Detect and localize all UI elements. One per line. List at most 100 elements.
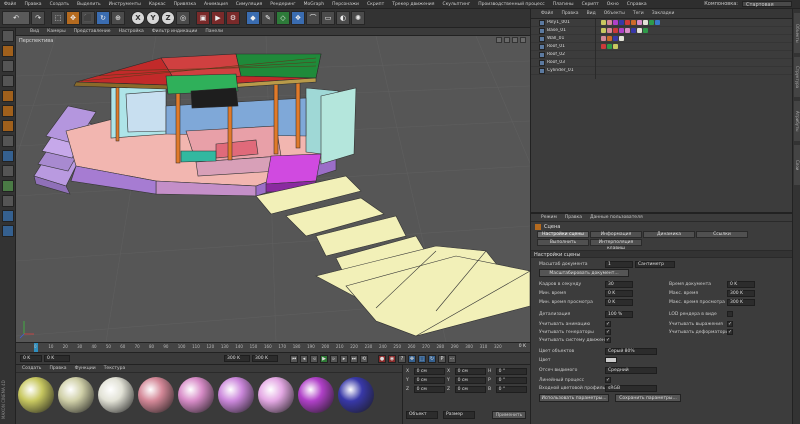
material-tag-icon[interactable] <box>601 44 606 49</box>
axis-z-icon[interactable]: Z <box>161 11 175 25</box>
attribute-tab[interactable]: Выполнить <box>537 239 589 246</box>
material-tag-icon[interactable] <box>655 20 660 25</box>
material-tag-icon[interactable] <box>631 20 636 25</box>
attribute-tab[interactable]: Ссылки <box>696 231 748 238</box>
coord-field[interactable]: 0 см <box>454 368 486 375</box>
material-tag-icon[interactable] <box>607 36 612 41</box>
viewport-menu-item[interactable]: Панели <box>201 29 227 34</box>
material-tag-icon[interactable] <box>607 44 612 49</box>
material-tag-icon[interactable] <box>619 28 624 33</box>
rotate-icon[interactable]: ↻ <box>96 11 110 25</box>
live-selection-icon[interactable]: ⬚ <box>51 11 65 25</box>
material-menu-item[interactable]: Функции <box>71 366 100 371</box>
object-menu-item[interactable]: Правка <box>557 11 582 16</box>
viewport-menu-item[interactable]: Представление <box>70 29 115 34</box>
next-frame-icon[interactable]: ▹ <box>330 354 338 363</box>
max-preview-field[interactable]: 300 K <box>727 298 755 306</box>
material-tag-icon[interactable] <box>637 28 642 33</box>
clip-dropdown[interactable]: Средний <box>605 366 657 374</box>
coord-field[interactable]: 0 см <box>413 377 445 384</box>
use-motion-checkbox[interactable]: ✓ <box>605 337 611 343</box>
prev-frame-icon[interactable]: ◃ <box>310 354 318 363</box>
deformer-icon[interactable]: ⌒ <box>306 11 320 25</box>
lod-field[interactable]: 100 % <box>605 310 633 318</box>
menu-item[interactable]: Файл <box>0 2 20 7</box>
use-expressions-checkbox[interactable]: ✓ <box>727 321 733 327</box>
coord-size-dropdown[interactable]: Размер <box>443 411 475 419</box>
next-key-icon[interactable]: ▸ <box>340 354 348 363</box>
object-name[interactable]: Wall_01 <box>547 36 595 41</box>
menu-item[interactable]: Справка <box>623 2 651 7</box>
start-frame-field[interactable]: 0 K <box>20 355 42 362</box>
coord-field[interactable]: 0 ° <box>495 386 527 393</box>
solo-icon[interactable] <box>2 180 14 192</box>
attribute-tab[interactable]: Интерполяция клавиш <box>590 239 642 251</box>
texture-mode-icon[interactable] <box>2 60 14 72</box>
model-mode-icon[interactable] <box>2 45 14 57</box>
transform-icon[interactable]: ⊕ <box>111 11 125 25</box>
axis-x-icon[interactable]: X <box>131 11 145 25</box>
coord-field[interactable]: 0 ° <box>495 377 527 384</box>
render-lod-checkbox[interactable] <box>727 311 733 317</box>
coord-field[interactable]: 0 см <box>454 386 486 393</box>
attribute-menu-item[interactable]: Данные пользователя <box>586 215 647 220</box>
doc-time-field[interactable]: 0 K <box>727 280 755 288</box>
material-tag-icon[interactable] <box>607 28 612 33</box>
subdivision-icon[interactable]: ◇ <box>276 11 290 25</box>
input-profile-dropdown[interactable]: sRGB <box>605 384 657 392</box>
menu-item[interactable]: Правка <box>20 2 45 7</box>
material-tag-icon[interactable] <box>613 28 618 33</box>
object-menu-item[interactable]: Объекты <box>600 11 629 16</box>
render-settings-icon[interactable]: ⚙ <box>226 11 240 25</box>
object-row[interactable]: Roof_03 <box>531 59 792 67</box>
preview-end-field[interactable]: 300 K <box>252 355 278 362</box>
autokey-icon[interactable]: ◉ <box>388 354 396 363</box>
coord-field[interactable]: 0 см <box>454 377 486 384</box>
world-coords-icon[interactable]: ◎ <box>176 11 190 25</box>
linear-workflow-checkbox[interactable]: ✓ <box>605 377 611 383</box>
material-preview[interactable] <box>18 377 54 413</box>
redo-icon[interactable]: ↷ <box>31 11 45 25</box>
keyframe-selection-icon[interactable]: ? <box>398 354 406 363</box>
side-tab[interactable]: Атрибуты <box>794 101 800 141</box>
material-tag-icon[interactable] <box>613 44 618 49</box>
material-tag-icon[interactable] <box>643 28 648 33</box>
menu-item[interactable]: Инструменты <box>105 2 145 7</box>
workplane-icon[interactable] <box>2 75 14 87</box>
save-settings-button[interactable]: Сохранить параметры... <box>615 394 681 402</box>
material-preview[interactable] <box>218 377 254 413</box>
param-key-icon[interactable]: P <box>438 354 446 363</box>
menu-item[interactable]: Привязка <box>170 2 200 7</box>
use-animation-checkbox[interactable]: ✓ <box>605 321 611 327</box>
orbit-icon[interactable] <box>512 37 518 43</box>
material-tag-icon[interactable] <box>601 28 606 33</box>
menu-item[interactable]: Выделить <box>73 2 105 7</box>
maximize-icon[interactable] <box>520 37 526 43</box>
viewport-solo-icon[interactable] <box>2 225 14 237</box>
object-menu-item[interactable]: Файл <box>537 11 557 16</box>
enable-axis-icon[interactable] <box>2 210 14 222</box>
floor-icon[interactable]: ▭ <box>321 11 335 25</box>
menu-item[interactable]: Рендеринг <box>266 2 299 7</box>
pla-key-icon[interactable]: ⋯ <box>448 354 456 363</box>
object-menu-item[interactable]: Закладки <box>648 11 679 16</box>
coord-field[interactable]: 0 см <box>413 386 445 393</box>
menu-item[interactable]: Скульптинг <box>438 2 474 7</box>
rotation-key-icon[interactable]: ↻ <box>428 354 436 363</box>
material-preview[interactable] <box>258 377 294 413</box>
load-settings-button[interactable]: Использовать параметры... <box>539 394 609 402</box>
min-preview-field[interactable]: 0 K <box>605 298 633 306</box>
prev-key-icon[interactable]: ◂ <box>300 354 308 363</box>
array-icon[interactable]: ❖ <box>291 11 305 25</box>
layout-dropdown[interactable]: Стартовая <box>742 1 792 8</box>
pen-icon[interactable]: ✎ <box>261 11 275 25</box>
doc-scale-unit-dropdown[interactable]: Сантиметр <box>635 260 675 268</box>
max-time-field[interactable]: 300 K <box>727 289 755 297</box>
attribute-menu-item[interactable]: Правка <box>561 215 586 220</box>
loop-icon[interactable]: ⟲ <box>360 354 368 363</box>
material-tag-icon[interactable] <box>637 20 642 25</box>
camera-icon[interactable]: ◐ <box>336 11 350 25</box>
menu-item[interactable]: Анимация <box>200 2 232 7</box>
side-tab[interactable]: Слои <box>794 145 800 185</box>
material-tag-icon[interactable] <box>613 36 618 41</box>
